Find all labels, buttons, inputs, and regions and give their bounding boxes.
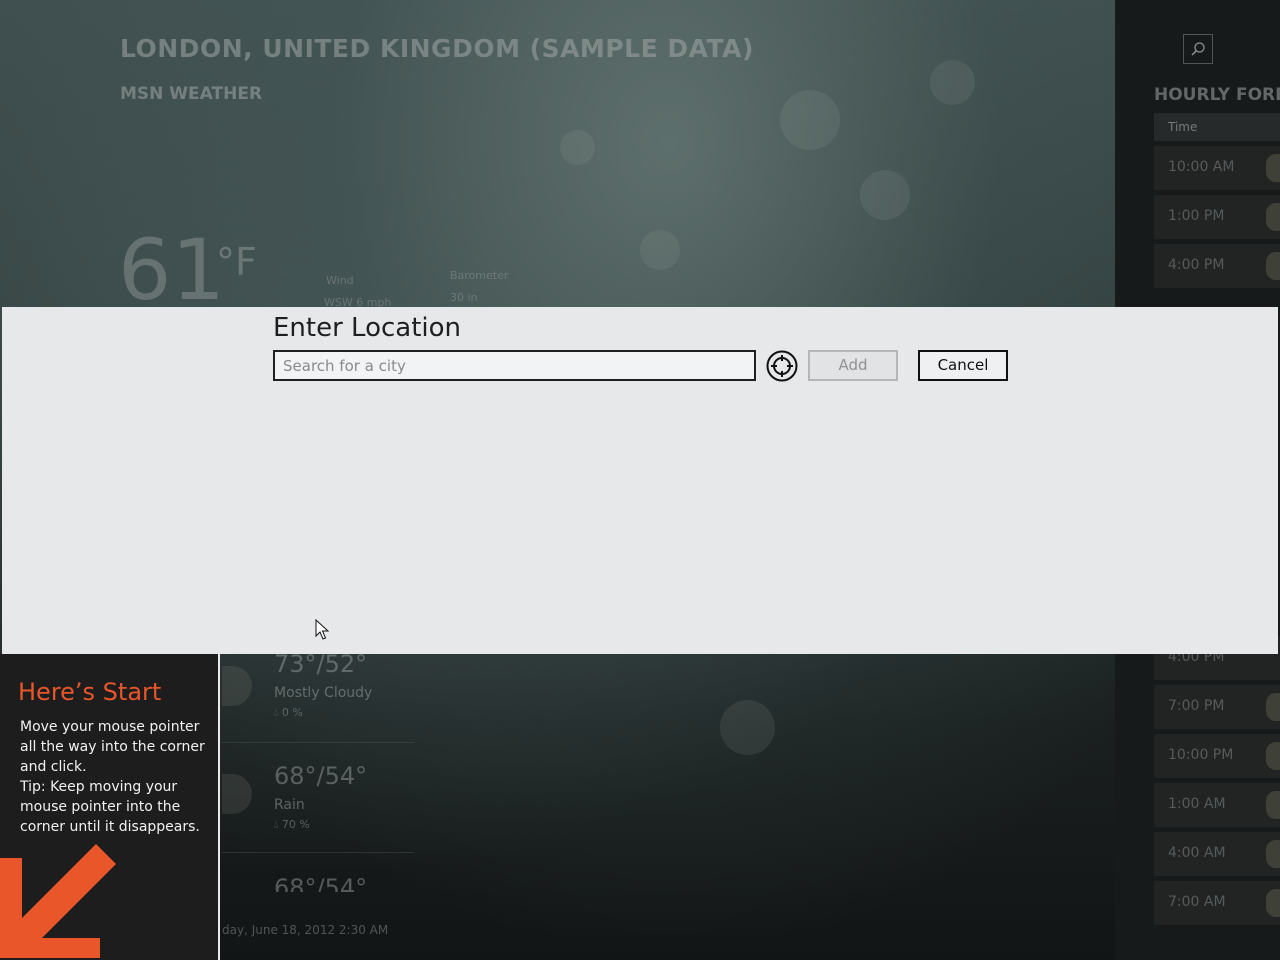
forecast-condition: Mostly Cloudy <box>274 685 373 701</box>
start-tip-panel: Here’s Start Move your mouse pointer all… <box>0 654 220 960</box>
hourly-row: 7:00 AM <box>1154 881 1280 925</box>
barometer-label: Barometer <box>450 269 509 282</box>
cloud-icon <box>1266 840 1280 868</box>
tip-line: and click. <box>20 759 87 775</box>
forecast-temp: 73°/52° <box>274 650 368 678</box>
app-name: MSN WEATHER <box>120 84 263 104</box>
mouse-pointer-icon <box>315 619 329 640</box>
hourly-row: 10:00 PM <box>1154 734 1280 778</box>
add-button[interactable]: Add <box>808 350 898 381</box>
rain-icon <box>1266 252 1280 280</box>
partly-cloudy-icon <box>222 666 252 706</box>
bg-bokeh <box>560 130 595 165</box>
forecast-precip-value: 70 % <box>281 818 310 831</box>
search-icon <box>1191 42 1205 56</box>
tip-line: Move your mouse pointer <box>20 719 200 735</box>
forecast-precip: 💧︎ 0 % <box>274 706 303 720</box>
current-temperature: 61 <box>118 221 225 319</box>
weather-icon <box>1266 154 1280 182</box>
bg-bokeh <box>860 170 910 220</box>
moon-icon <box>1266 791 1280 819</box>
drop-icon: 💧︎ <box>274 706 279 719</box>
cancel-button[interactable]: Cancel <box>918 350 1008 381</box>
bg-bokeh <box>640 230 680 270</box>
city-search-input[interactable] <box>273 350 756 381</box>
bg-bokeh <box>780 90 840 150</box>
tip-line: mouse pointer into the <box>20 799 181 815</box>
wind-label: Wind <box>326 274 354 287</box>
dialog-title: Enter Location <box>273 313 462 343</box>
drop-icon: 💧︎ <box>274 818 279 831</box>
weather-icon <box>1266 693 1280 721</box>
temperature-unit: °F <box>216 240 257 284</box>
barometer-value: 30 in <box>450 291 478 304</box>
tip-line: Tip: Keep moving your <box>20 779 178 795</box>
hourly-time: 1:00 PM <box>1168 208 1225 224</box>
hourly-row: 1:00 PM <box>1154 195 1280 239</box>
forecast-precip-value: 0 % <box>281 706 303 719</box>
hourly-forecast-title: HOURLY FORE <box>1154 85 1280 105</box>
forecast-temp: 68°/54° <box>274 874 368 892</box>
hourly-table-header: Time <box>1154 113 1280 141</box>
forecast-day-item[interactable]: 68°/54° Rain 💧︎ 70 % <box>222 740 414 853</box>
moon-icon <box>1266 742 1280 770</box>
hourly-time: 1:00 AM <box>1168 796 1226 812</box>
forecast-day-item[interactable]: 68°/54° <box>222 852 414 892</box>
tip-body: Move your mouse pointer all the way into… <box>20 717 210 837</box>
forecast-condition: Rain <box>274 797 305 813</box>
hourly-time: 10:00 PM <box>1168 747 1234 763</box>
search-button[interactable] <box>1183 34 1213 64</box>
hourly-time: 7:00 PM <box>1168 698 1225 714</box>
rain-icon <box>1266 203 1280 231</box>
hourly-row: 4:00 AM <box>1154 832 1280 876</box>
cloud-icon <box>1266 889 1280 917</box>
forecast-temp: 68°/54° <box>274 762 368 790</box>
hourly-row: 4:00 PM <box>1154 244 1280 288</box>
last-updated-text: day, June 18, 2012 2:30 AM <box>222 923 389 937</box>
tip-line: corner until it disappears. <box>20 819 200 835</box>
corner-arrow-icon <box>0 844 116 958</box>
hourly-time: 7:00 AM <box>1168 894 1226 910</box>
tip-line: all the way into the corner <box>20 739 205 755</box>
bg-bokeh <box>930 60 975 105</box>
current-location-button[interactable] <box>766 350 798 382</box>
hourly-row: 7:00 PM <box>1154 685 1280 729</box>
hourly-time: 4:00 PM <box>1168 257 1225 273</box>
bg-bokeh <box>720 700 775 755</box>
hourly-row: 10:00 AM <box>1154 146 1280 190</box>
time-column-header: Time <box>1168 120 1198 134</box>
hourly-time: 4:00 AM <box>1168 845 1226 861</box>
enter-location-dialog: Enter Location Add Cancel <box>2 307 1278 654</box>
hourly-time: 10:00 AM <box>1168 159 1235 175</box>
crosshair-icon <box>766 350 798 382</box>
tip-title: Here’s Start <box>18 678 162 706</box>
rain-icon <box>222 774 252 814</box>
location-title: LONDON, UNITED KINGDOM (SAMPLE DATA) <box>120 34 754 63</box>
forecast-precip: 💧︎ 70 % <box>274 818 310 832</box>
hourly-row: 1:00 AM <box>1154 783 1280 827</box>
